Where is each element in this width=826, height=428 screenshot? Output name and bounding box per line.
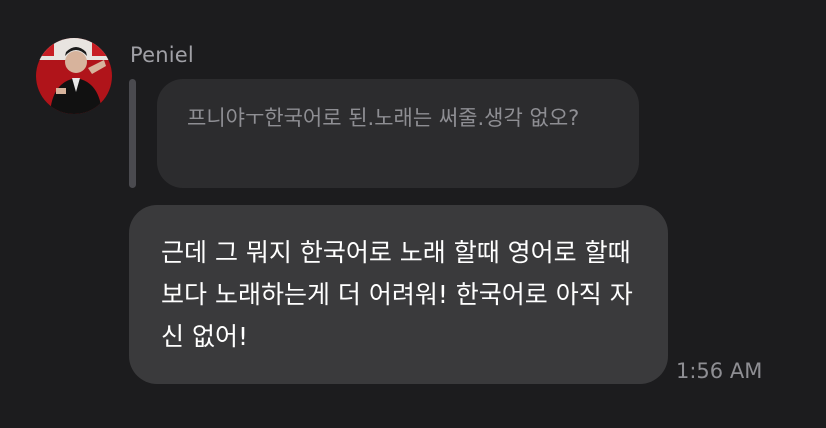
avatar-image [36, 38, 112, 114]
quoted-message-bubble[interactable]: 프니야ㅜ한국어로 된.노래는 써줄.생각 없오? [157, 79, 639, 188]
reply-quote-bar [129, 79, 136, 188]
sender-avatar[interactable] [36, 38, 112, 114]
sender-name: Peniel [130, 43, 194, 67]
message-timestamp: 1:56 AM [676, 359, 763, 383]
message-bubble[interactable]: 근데 그 뭐지 한국어로 노래 할때 영어로 할때 보다 노래하는게 더 어려워… [129, 205, 668, 384]
